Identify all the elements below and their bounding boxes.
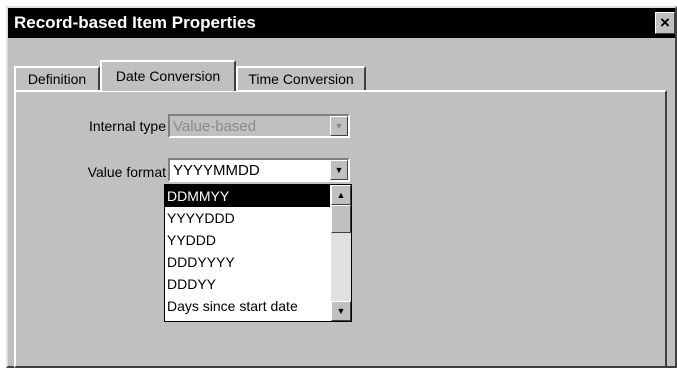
chevron-down-icon[interactable]: ▼ xyxy=(330,160,348,180)
scroll-up-icon[interactable]: ▲ xyxy=(331,185,351,205)
tab-date-conversion[interactable]: Date Conversion xyxy=(100,60,236,91)
list-item[interactable]: YYDDD xyxy=(165,229,330,251)
internal-type-value: Value-based xyxy=(173,118,257,135)
list-item[interactable]: DDDYY xyxy=(165,273,330,295)
internal-type-select: Value-based ▼ xyxy=(168,114,350,138)
value-format-value: YYYYMMDD xyxy=(173,162,260,179)
properties-dialog: Record-based Item Properties × Definitio… xyxy=(6,6,677,368)
value-format-dropdown-list[interactable]: DDMMYY YYYYDDD YYDDD DDDYYYY DDDYY Days … xyxy=(164,184,352,322)
close-icon: × xyxy=(660,13,670,32)
close-button[interactable]: × xyxy=(655,12,675,34)
value-format-label: Value format xyxy=(87,164,166,180)
tab-definition-label: Definition xyxy=(27,71,87,87)
scrollbar-thumb[interactable] xyxy=(331,205,351,233)
list-item[interactable]: DDDYYYY xyxy=(165,251,330,273)
value-format-select[interactable]: YYYYMMDD ▼ xyxy=(168,158,350,182)
tab-time-conversion[interactable]: Time Conversion xyxy=(236,66,366,90)
tab-date-conversion-label: Date Conversion xyxy=(115,68,221,84)
internal-type-label: Internal type xyxy=(88,118,166,134)
list-item[interactable]: YYYYDDD xyxy=(165,207,330,229)
dropdown-scrollbar[interactable]: ▲ ▼ xyxy=(331,185,351,321)
chevron-down-icon: ▼ xyxy=(330,116,348,136)
title-bar[interactable]: Record-based Item Properties × xyxy=(8,8,675,38)
dialog-title: Record-based Item Properties xyxy=(14,13,256,32)
list-item[interactable]: Days since start date xyxy=(165,295,330,317)
list-item[interactable]: DDMMYY xyxy=(165,185,330,207)
tab-definition[interactable]: Definition xyxy=(14,66,100,90)
scroll-down-icon[interactable]: ▼ xyxy=(331,301,351,321)
tab-time-conversion-label: Time Conversion xyxy=(248,71,354,87)
